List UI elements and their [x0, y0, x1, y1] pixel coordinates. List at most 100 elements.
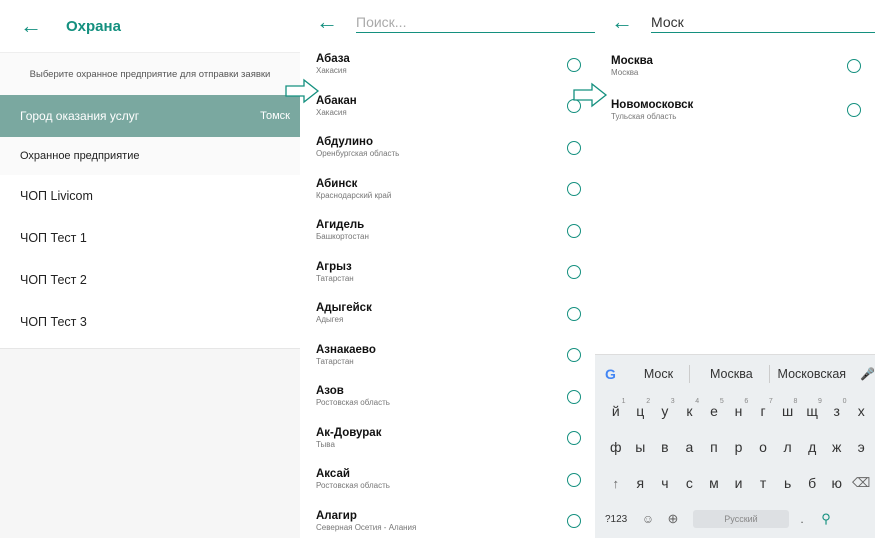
city-text: Азов Ростовская область — [316, 385, 390, 408]
key[interactable]: ш8 — [777, 398, 799, 419]
backspace-icon[interactable]: ⌫ — [850, 475, 872, 491]
emoji-icon[interactable]: ☺ — [637, 512, 659, 526]
radio-button[interactable] — [567, 348, 581, 363]
city-name: Ак-Довурак — [316, 426, 382, 439]
radio-button[interactable] — [567, 265, 581, 280]
key[interactable]: е5 — [703, 398, 725, 419]
key[interactable]: ч — [654, 475, 676, 491]
back-arrow-icon[interactable]: ← — [20, 15, 42, 37]
key[interactable]: д — [801, 439, 823, 455]
key[interactable]: б — [801, 475, 823, 491]
radio-button[interactable] — [567, 57, 581, 72]
key[interactable]: э — [850, 439, 872, 455]
key[interactable]: ж — [826, 439, 848, 455]
key-label: х — [857, 403, 865, 419]
period-key[interactable]: . — [789, 512, 815, 526]
city-search-screen: ← МоскваМоскваНовомосковскТульская облас… — [595, 0, 875, 538]
mic-icon[interactable]: 🎤 — [860, 367, 875, 381]
key[interactable]: п — [703, 439, 725, 455]
radio-button[interactable] — [567, 182, 581, 197]
city-item[interactable]: Ак-Довурак Тыва — [316, 418, 595, 460]
key[interactable]: з0 — [826, 398, 848, 419]
key[interactable]: о — [752, 439, 774, 455]
suggestion[interactable]: Моск — [644, 367, 673, 381]
key[interactable]: ц2 — [630, 398, 652, 419]
key[interactable]: у3 — [654, 398, 676, 419]
key[interactable]: р — [728, 439, 750, 455]
key[interactable]: и — [728, 475, 750, 491]
key[interactable]: щ9 — [801, 398, 823, 419]
key[interactable]: ы — [630, 439, 652, 455]
city-item[interactable]: Аксай Ростовская область — [316, 459, 595, 501]
key-label: т — [759, 475, 767, 491]
radio-button[interactable] — [847, 59, 861, 73]
search-input[interactable] — [651, 11, 875, 33]
suggestion[interactable]: Московская — [778, 367, 847, 381]
key-label: м — [709, 475, 719, 491]
agency-item[interactable]: ЧОП Тест 2 — [0, 259, 300, 301]
city-item[interactable]: Новомосковск Тульская область — [611, 88, 875, 132]
key[interactable]: н6 — [728, 398, 750, 419]
agency-item[interactable]: ЧОП Тест 3 — [0, 301, 300, 343]
space-key[interactable]: Русский — [693, 510, 789, 528]
key[interactable]: к4 — [679, 398, 701, 419]
globe-icon[interactable]: ⊕ — [659, 511, 687, 527]
key-label: э — [857, 439, 865, 455]
key[interactable]: м — [703, 475, 725, 491]
city-item[interactable]: Абаза Хакасия — [316, 44, 595, 86]
city-item[interactable]: Москва Москва — [611, 44, 875, 88]
key-label: щ — [806, 403, 818, 419]
city-item[interactable]: Агрыз Татарстан — [316, 252, 595, 294]
search-bar: ← — [595, 0, 875, 44]
shift-icon[interactable]: ↑ — [605, 476, 627, 491]
google-logo-icon[interactable]: G — [605, 366, 624, 382]
key[interactable]: л — [777, 439, 799, 455]
city-item[interactable]: Абдулино Оренбургская область — [316, 127, 595, 169]
divider — [768, 365, 770, 383]
city-text: Адыгейск Адыгея — [316, 302, 372, 325]
city-item[interactable]: Азнакаево Татарстан — [316, 335, 595, 377]
key[interactable]: ю — [826, 475, 848, 491]
key[interactable]: т — [752, 475, 774, 491]
search-key-icon[interactable]: ⚲ — [815, 511, 837, 527]
city-text: Алагир Северная Осетия - Алания — [316, 510, 416, 533]
city-item[interactable]: Адыгейск Адыгея — [316, 293, 595, 335]
back-arrow-icon[interactable]: ← — [316, 11, 338, 33]
key[interactable]: й1 — [605, 398, 627, 419]
radio-button[interactable] — [567, 140, 581, 155]
radio-button[interactable] — [567, 514, 581, 529]
city-selector[interactable]: Город оказания услуг Томск — [0, 95, 300, 137]
radio-button[interactable] — [567, 431, 581, 446]
key[interactable]: г7 — [752, 398, 774, 419]
agency-item[interactable]: ЧОП Тест 1 — [0, 217, 300, 259]
key[interactable]: я — [630, 475, 652, 491]
city-name: Аксай — [316, 468, 350, 481]
numbers-key[interactable]: ?123 — [605, 514, 637, 525]
key[interactable]: х — [850, 403, 872, 419]
key[interactable]: в — [654, 439, 676, 455]
key[interactable]: а — [679, 439, 701, 455]
city-text: Агрыз Татарстан — [316, 261, 354, 284]
radio-button[interactable] — [567, 472, 581, 487]
search-input[interactable] — [356, 11, 595, 33]
city-name: Новомосковск — [611, 98, 694, 111]
back-arrow-icon[interactable]: ← — [611, 11, 633, 33]
city-item[interactable]: Абинск Краснодарский край — [316, 169, 595, 211]
radio-button[interactable] — [567, 223, 581, 238]
radio-button[interactable] — [847, 103, 861, 117]
suggestion[interactable]: Москва — [710, 367, 753, 381]
key-label: л — [783, 439, 792, 455]
key[interactable]: с — [679, 475, 701, 491]
city-item[interactable]: Алагир Северная Осетия - Алания — [316, 501, 595, 538]
key[interactable]: ф — [605, 439, 627, 455]
key-label: е — [710, 403, 718, 419]
city-item[interactable]: Абакан Хакасия — [316, 86, 595, 128]
city-item[interactable]: Агидель Башкортостан — [316, 210, 595, 252]
city-item[interactable]: Азов Ростовская область — [316, 376, 595, 418]
city-text: Абдулино Оренбургская область — [316, 136, 399, 159]
radio-button[interactable] — [567, 306, 581, 321]
key[interactable]: ь — [777, 475, 799, 491]
agency-item[interactable]: ЧОП Livicom — [0, 175, 300, 217]
radio-button[interactable] — [567, 389, 581, 404]
city-region: Татарстан — [316, 273, 354, 283]
